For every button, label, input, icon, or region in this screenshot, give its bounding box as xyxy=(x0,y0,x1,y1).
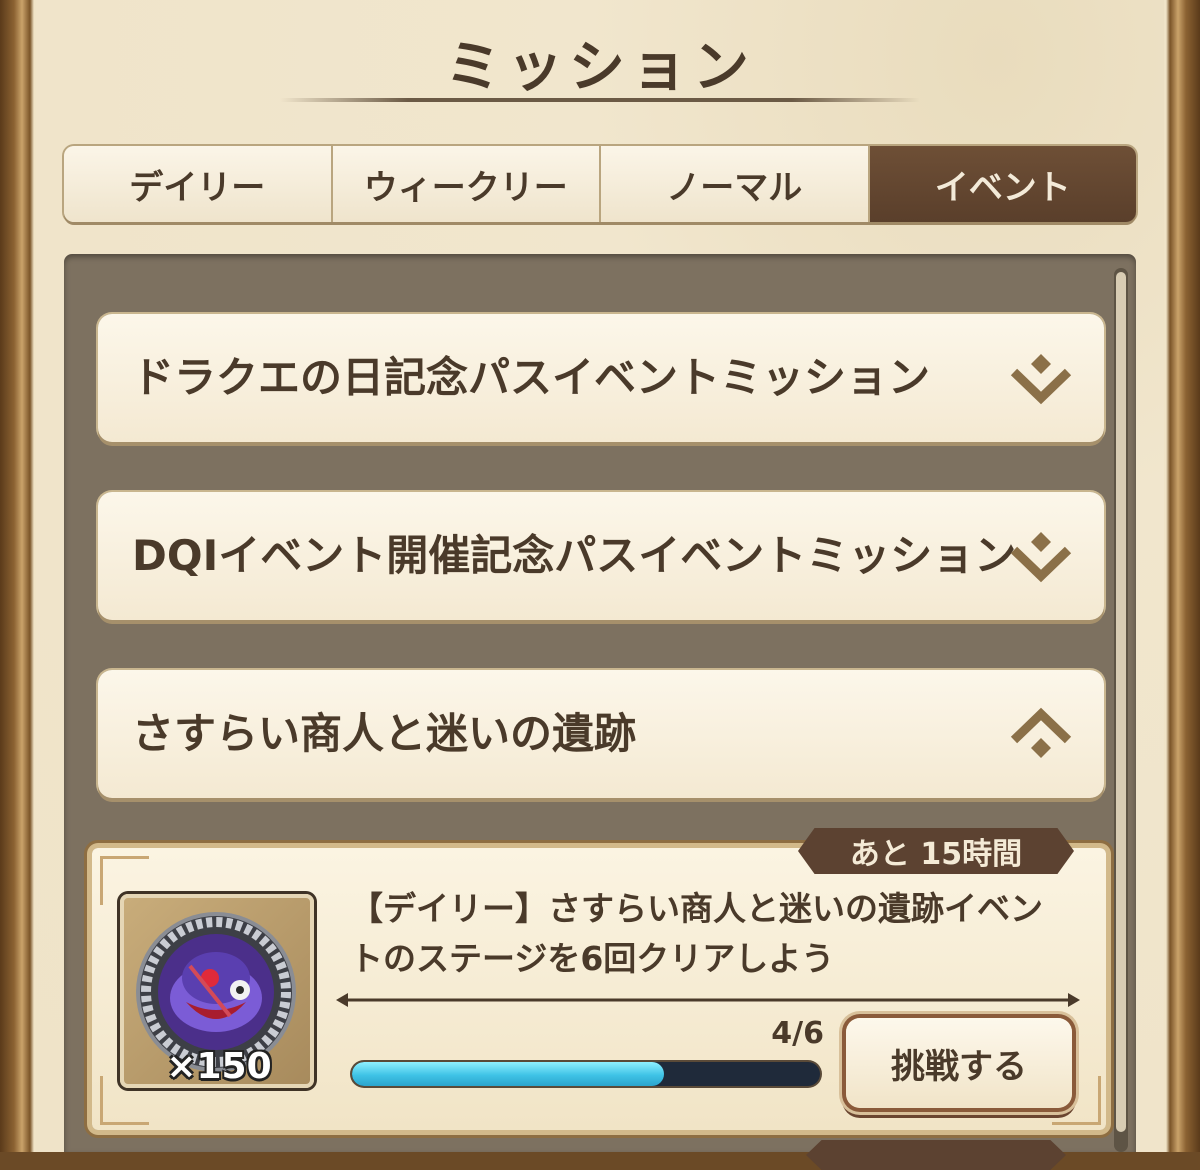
reward-quantity: ×150 xyxy=(166,1046,272,1087)
title-underline xyxy=(280,98,920,102)
progress-bar-fill xyxy=(352,1062,664,1086)
tab-normal[interactable]: ノーマル xyxy=(601,146,870,222)
scrollbar-thumb[interactable] xyxy=(1116,272,1126,1132)
category-label: ドラクエの日記念パスイベントミッション xyxy=(132,353,931,402)
tab-event[interactable]: イベント xyxy=(869,146,1136,222)
progress-bar xyxy=(352,1062,820,1086)
category-dq-day-pass[interactable]: ドラクエの日記念パスイベントミッション xyxy=(98,314,1104,442)
next-mission-badge xyxy=(806,1140,1066,1170)
category-label: さすらい商人と迷いの遺跡 xyxy=(132,709,637,758)
chevron-up-icon xyxy=(1010,707,1072,758)
tab-weekly[interactable]: ウィークリー xyxy=(332,146,601,222)
divider-line xyxy=(336,993,1080,1007)
mission-description: 【デイリー】さすらい商人と迷いの遺跡イベントのステージを6回クリアしよう xyxy=(350,889,1043,978)
category-label: DQⅠイベント開催記念パスイベントミッション xyxy=(132,531,1017,580)
challenge-button[interactable]: 挑戦する xyxy=(846,1018,1072,1108)
category-wandering-merchant[interactable]: さすらい商人と迷いの遺跡 xyxy=(98,670,1104,798)
category-dq1-event-pass[interactable]: DQⅠイベント開催記念パスイベントミッション xyxy=(98,492,1104,620)
time-remaining-badge: あと 15時間 xyxy=(798,828,1074,874)
tab-bar: デイリー ウィークリー ノーマル イベント xyxy=(64,146,1136,222)
chevron-down-icon xyxy=(1010,354,1072,405)
tab-daily[interactable]: デイリー xyxy=(64,146,333,222)
page-title: ミッション xyxy=(445,35,755,100)
progress-count: 4/6 xyxy=(771,1016,824,1051)
chevron-down-icon xyxy=(1010,532,1072,583)
